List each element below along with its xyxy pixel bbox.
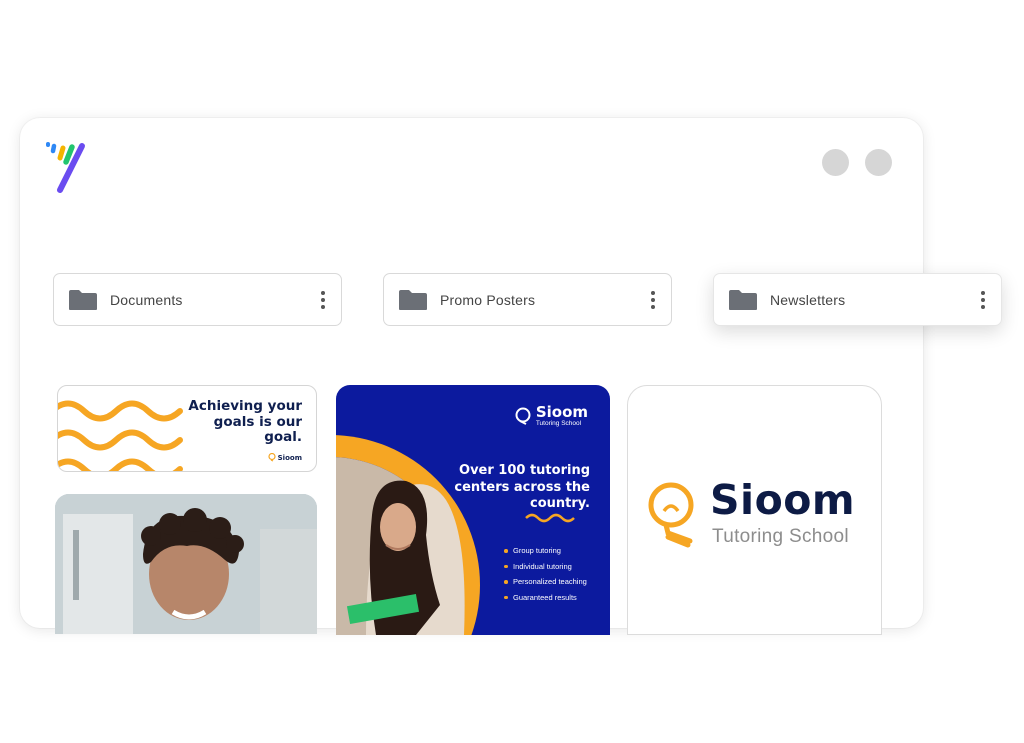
folder-promo-posters[interactable]: Promo Posters xyxy=(383,273,672,326)
folder-label: Documents xyxy=(110,291,183,308)
brand-name: Sioom xyxy=(710,476,856,524)
brand-logo-card[interactable]: Sioom Tutoring School xyxy=(627,385,882,635)
lightbulb-icon xyxy=(268,453,276,462)
poster-bullet: Group tutoring xyxy=(504,543,587,559)
poster-bullet: Guaranteed results xyxy=(504,590,587,606)
poster-brand: Sioom Tutoring School xyxy=(514,405,588,428)
folder-icon xyxy=(399,289,427,310)
banner-title: Achieving your goals is our goal. xyxy=(188,398,302,445)
folder-documents[interactable]: Documents xyxy=(53,273,342,326)
banner-logo: Sioom xyxy=(268,453,302,462)
folder-icon xyxy=(729,289,757,310)
lightbulb-icon xyxy=(515,407,531,425)
banner-logo-text: Sioom xyxy=(277,453,302,462)
poster-bullet: Individual tutoring xyxy=(504,559,587,575)
window-control-1[interactable] xyxy=(822,149,849,176)
brand-logo-icon[interactable] xyxy=(44,138,98,196)
more-vertical-icon[interactable] xyxy=(651,290,655,309)
folder-label: Promo Posters xyxy=(440,291,536,308)
poster-brand-sub: Tutoring School xyxy=(535,420,582,427)
banner-card[interactable]: Achieving your goals is our goal. Sioom xyxy=(57,385,317,472)
brand-subtitle: Tutoring School xyxy=(712,526,849,547)
poster-brand-name: Sioom xyxy=(535,403,588,421)
promo-poster-card[interactable]: Sioom Tutoring School Over 100 tutoring … xyxy=(336,385,610,635)
poster-bullets: Group tutoring Individual tutoring Perso… xyxy=(504,543,587,605)
folder-label: Newsletters xyxy=(770,291,846,308)
folder-newsletters[interactable]: Newsletters xyxy=(713,273,1002,326)
student-photo xyxy=(55,494,317,634)
poster-headline: Over 100 tutoring centers across the cou… xyxy=(454,463,590,511)
window-control-2[interactable] xyxy=(865,149,892,176)
more-vertical-icon[interactable] xyxy=(321,290,325,309)
student-photo-card[interactable] xyxy=(55,494,317,634)
more-vertical-icon[interactable] xyxy=(981,290,985,309)
poster-bullet: Personalized teaching xyxy=(504,574,587,590)
lightbulb-icon xyxy=(648,482,694,548)
folder-icon xyxy=(69,289,97,310)
